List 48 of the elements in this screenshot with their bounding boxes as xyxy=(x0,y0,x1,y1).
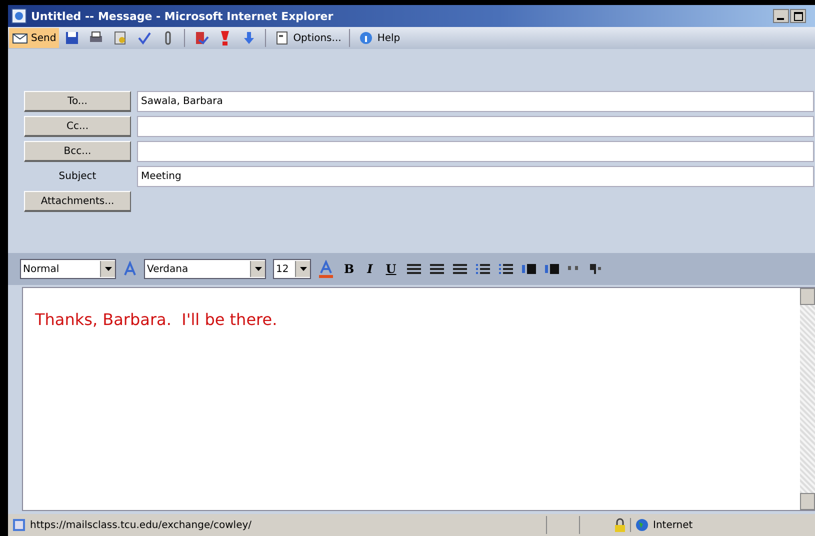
maximize-icon xyxy=(794,12,802,20)
dropdown-arrow-icon xyxy=(104,267,112,271)
input-field[interactable]: Sawala, Barbara xyxy=(137,91,814,112)
format-button[interactable]: B xyxy=(341,262,358,276)
recipient-button[interactable]: Cc... xyxy=(24,116,131,137)
input-field[interactable] xyxy=(137,116,814,137)
recipient-button[interactable]: To... xyxy=(24,91,131,112)
help-button[interactable]: Help xyxy=(355,28,404,48)
minimize-button[interactable] xyxy=(773,9,789,23)
font-dropdown[interactable]: Verdana xyxy=(144,259,266,279)
input-field[interactable]: Meeting xyxy=(137,166,814,187)
size-dropdown[interactable]: 12 xyxy=(273,259,311,279)
align-icon[interactable] xyxy=(406,263,422,275)
dropdown-arrow-icon xyxy=(300,267,306,271)
options-icon xyxy=(274,30,290,46)
check-icon xyxy=(193,30,210,46)
format-button[interactable]: I xyxy=(364,262,376,276)
status-zone: Internet xyxy=(653,520,693,530)
message-text: Thanks, Barbara. I'll be there. xyxy=(35,310,278,329)
page-icon xyxy=(11,8,27,24)
options-button[interactable]: Options... xyxy=(271,28,344,48)
align-icon[interactable] xyxy=(452,263,468,275)
lock-icon xyxy=(614,518,626,532)
format-button[interactable]: U xyxy=(382,262,400,276)
page-icon xyxy=(12,518,26,532)
address-icon xyxy=(112,30,128,46)
save-icon xyxy=(64,30,80,46)
list-icon[interactable] xyxy=(475,263,492,275)
align-icon[interactable] xyxy=(429,263,446,275)
input-field[interactable] xyxy=(137,141,814,162)
maximize-button[interactable] xyxy=(790,9,806,23)
indent-icon[interactable] xyxy=(521,263,538,275)
spell-icon xyxy=(136,30,152,46)
recipient-button[interactable]: Bcc... xyxy=(24,141,131,162)
font-color-icon[interactable] xyxy=(318,260,334,278)
style-dropdown[interactable]: Normal xyxy=(20,259,116,279)
window-title: Untitled -- Message - Microsoft Internet Explorer xyxy=(31,10,334,22)
status-url: https://mailsclass.tcu.edu/exchange/cowley/ xyxy=(30,520,252,530)
globe-icon xyxy=(635,518,649,532)
send-button[interactable]: Send xyxy=(9,28,60,48)
dropdown-arrow-icon xyxy=(254,267,262,271)
field-label: Subject xyxy=(58,171,98,182)
font-icon xyxy=(123,261,137,277)
help-icon xyxy=(358,30,374,46)
list-icon[interactable] xyxy=(498,263,514,275)
scrollbar[interactable] xyxy=(800,288,815,510)
attachments-button[interactable]: Attachments... xyxy=(24,191,131,212)
indent-icon[interactable] xyxy=(544,263,560,275)
